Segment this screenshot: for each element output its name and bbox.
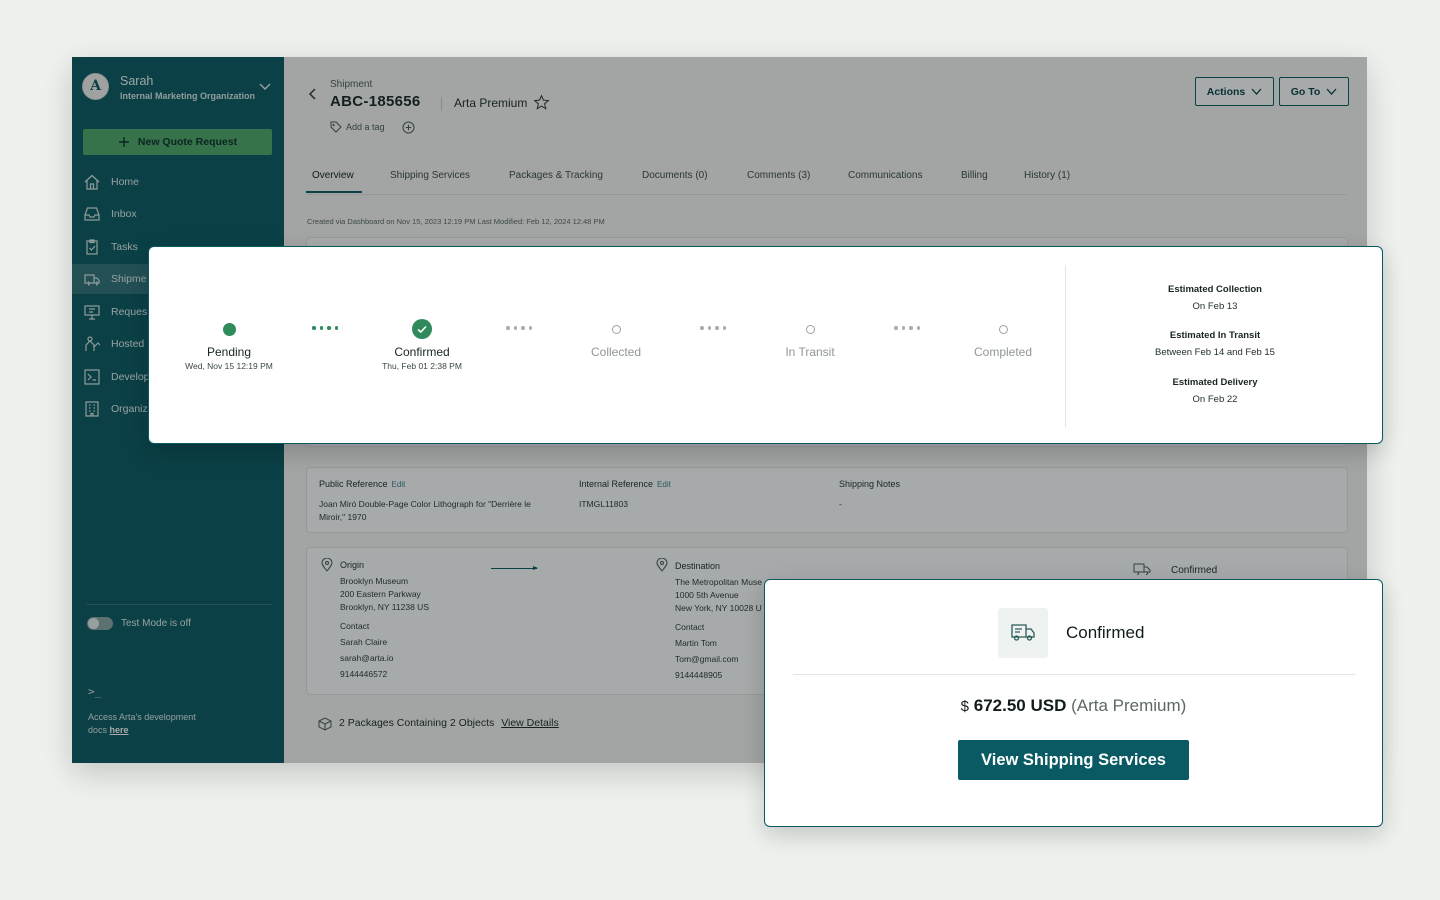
- step-connector: [894, 326, 920, 330]
- estimated-in-transit: Estimated In Transit Between Feb 14 and …: [1115, 330, 1315, 358]
- quote-service: (Arta Premium): [1071, 696, 1187, 715]
- step-connector: [506, 326, 532, 330]
- step-date: Thu, Feb 01 2:38 PM: [382, 361, 462, 371]
- tracker-divider: [1065, 265, 1066, 427]
- estimated-delivery: Estimated Delivery On Feb 22: [1115, 377, 1315, 405]
- quote-amount: 672.50 USD: [973, 696, 1067, 715]
- step-dot: [805, 325, 815, 334]
- quote-price: $ 672.50 USD (Arta Premium): [765, 696, 1382, 716]
- quote-divider: [793, 674, 1355, 675]
- quote-card: Confirmed $ 672.50 USD (Arta Premium) Vi…: [764, 579, 1383, 827]
- step-connector: [700, 326, 726, 330]
- step-dot: [611, 325, 621, 334]
- step-date: Wed, Nov 15 12:19 PM: [185, 361, 273, 371]
- step-connector: [312, 326, 338, 330]
- step-label: Completed: [973, 345, 1033, 359]
- estimate-title: Estimated Delivery: [1172, 377, 1258, 388]
- step-label: Collected: [590, 345, 642, 359]
- check-circle-icon: [412, 319, 432, 339]
- step-label: Confirmed: [394, 345, 450, 359]
- estimate-title: Estimated In Transit: [1169, 330, 1261, 341]
- step-dot: [222, 323, 236, 336]
- status-tracker: Pending Wed, Nov 15 12:19 PM Confirmed T…: [148, 246, 1383, 444]
- quote-status: Confirmed: [1066, 623, 1145, 642]
- estimate-value: On Feb 22: [1192, 394, 1238, 405]
- step-dot: [998, 325, 1008, 334]
- estimate-value: Between Feb 14 and Feb 15: [1155, 347, 1275, 358]
- estimated-collection: Estimated Collection On Feb 13: [1115, 284, 1315, 312]
- estimate-value: On Feb 13: [1192, 301, 1238, 312]
- currency-symbol: $: [960, 698, 969, 715]
- step-label: Pending: [206, 345, 252, 359]
- step-label: In Transit: [785, 345, 835, 359]
- truck-icon: [998, 608, 1048, 658]
- view-shipping-services-button[interactable]: View Shipping Services: [958, 740, 1189, 780]
- estimate-title: Estimated Collection: [1168, 284, 1262, 295]
